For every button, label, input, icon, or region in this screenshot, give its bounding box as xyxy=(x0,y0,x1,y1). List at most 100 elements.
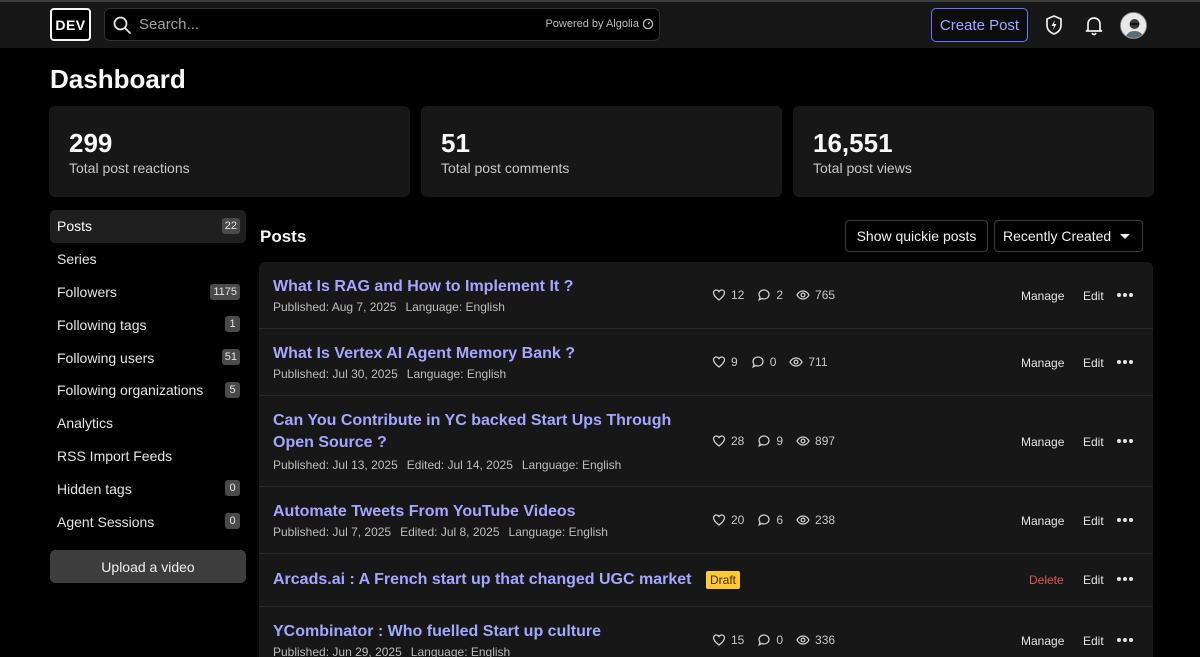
manage-link[interactable]: Manage xyxy=(1021,634,1064,648)
post-title-link[interactable]: What Is RAG and How to Implement It ? xyxy=(273,276,703,298)
stat-value: 16,551 xyxy=(813,128,893,158)
post-row: What Is Vertex AI Agent Memory Bank ? Pu… xyxy=(259,329,1153,396)
edit-link[interactable]: Edit xyxy=(1083,514,1104,528)
published-date: Jul 13, 2025 xyxy=(332,458,398,472)
sidebar-item-analytics[interactable]: Analytics xyxy=(50,407,246,440)
edit-link[interactable]: Edit xyxy=(1083,634,1104,648)
more-horizontal-icon[interactable] xyxy=(1117,360,1135,366)
delete-link[interactable]: Delete xyxy=(1029,573,1064,587)
post-title-link[interactable]: Automate Tweets From YouTube Videos xyxy=(273,501,703,523)
sidebar-item-rss-import-feeds[interactable]: RSS Import Feeds xyxy=(50,440,246,473)
language-value: English xyxy=(568,525,608,539)
sort-select[interactable]: Recently Created xyxy=(994,220,1143,252)
comments-count: 2 xyxy=(776,288,784,302)
edit-link[interactable]: Edit xyxy=(1083,573,1104,587)
comments-count: 9 xyxy=(776,434,784,448)
sidebar-item-label: Followers xyxy=(57,283,117,300)
more-horizontal-icon[interactable] xyxy=(1117,293,1135,299)
post-row-draft: Arcads.ai : A French start up that chang… xyxy=(259,554,1153,607)
post-stats: 12 2 765 xyxy=(712,288,848,302)
more-horizontal-icon[interactable] xyxy=(1117,518,1135,524)
post-title-link[interactable]: YCombinator : Who fuelled Start up cultu… xyxy=(273,621,703,643)
published-label: Published: xyxy=(273,645,330,657)
post-row: YCombinator : Who fuelled Start up cultu… xyxy=(259,607,1153,657)
sidebar-item-hidden-tags[interactable]: Hidden tags 0 xyxy=(50,472,246,505)
sidebar-item-agent-sessions[interactable]: Agent Sessions 0 xyxy=(50,505,246,538)
sidebar-item-posts[interactable]: Posts 22 xyxy=(50,210,246,243)
published-label: Published: xyxy=(273,367,330,381)
top-header: DEV Powered by Algolia Create Post xyxy=(0,2,1200,48)
dashboard-sidebar: Posts 22 Series Followers 1175 Following… xyxy=(50,210,246,538)
sidebar-item-label: RSS Import Feeds xyxy=(57,447,173,464)
manage-link[interactable]: Manage xyxy=(1021,435,1064,449)
post-title-link[interactable]: Can You Contribute in YC backed Start Up… xyxy=(273,410,703,454)
sidebar-item-following-users[interactable]: Following users 51 xyxy=(50,341,246,374)
dev-logo[interactable]: DEV xyxy=(50,8,91,41)
powered-by[interactable]: Powered by Algolia xyxy=(545,18,654,30)
post-title-link[interactable]: Arcads.ai : A French start up that chang… xyxy=(273,569,703,591)
post-stats: 20 6 238 xyxy=(712,513,848,527)
post-stats: 28 9 897 xyxy=(712,434,848,448)
language-label: Language: xyxy=(406,367,464,381)
views-count: 765 xyxy=(815,288,836,302)
upload-video-button[interactable]: Upload a video xyxy=(50,550,246,583)
bell-icon[interactable] xyxy=(1083,14,1105,36)
show-quickie-posts-button[interactable]: Show quickie posts xyxy=(845,220,988,252)
views-count: 238 xyxy=(815,513,836,527)
more-horizontal-icon[interactable] xyxy=(1117,577,1135,583)
eye-icon xyxy=(789,357,804,367)
edit-link[interactable]: Edit xyxy=(1083,289,1104,303)
sidebar-item-followers[interactable]: Followers 1175 xyxy=(50,276,246,309)
published-date: Aug 7, 2025 xyxy=(331,300,397,314)
comments-count: 6 xyxy=(776,513,784,527)
post-stats: 15 0 336 xyxy=(712,633,848,647)
caret-down-icon xyxy=(1120,234,1130,239)
user-avatar[interactable] xyxy=(1120,12,1147,39)
more-horizontal-icon[interactable] xyxy=(1117,638,1135,644)
manage-link[interactable]: Manage xyxy=(1021,514,1064,528)
manage-link[interactable]: Manage xyxy=(1021,356,1064,370)
sidebar-item-label: Following organizations xyxy=(57,382,204,399)
count-badge: 1175 xyxy=(210,283,240,300)
eye-icon xyxy=(796,635,810,645)
eye-icon xyxy=(796,515,810,525)
stat-value: 299 xyxy=(69,128,113,158)
more-horizontal-icon[interactable] xyxy=(1117,439,1135,445)
stat-label: Total post reactions xyxy=(69,160,190,176)
comment-icon xyxy=(758,289,771,302)
published-date: Jul 30, 2025 xyxy=(332,367,398,381)
reactions-count: 9 xyxy=(731,355,738,369)
powered-by-label: Powered by Algolia xyxy=(545,18,639,30)
comment-icon xyxy=(758,634,771,647)
create-post-button[interactable]: Create Post xyxy=(931,8,1028,42)
sidebar-item-label: Posts xyxy=(57,218,93,235)
sidebar-item-following-tags[interactable]: Following tags 1 xyxy=(50,308,246,341)
post-title-link[interactable]: What Is Vertex AI Agent Memory Bank ? xyxy=(273,343,703,365)
sidebar-item-following-organizations[interactable]: Following organizations 5 xyxy=(50,374,246,407)
manage-link[interactable]: Manage xyxy=(1021,289,1064,303)
edited-label: Edited: xyxy=(400,525,438,539)
published-label: Published: xyxy=(273,300,330,314)
edit-link[interactable]: Edit xyxy=(1083,356,1104,370)
heart-icon xyxy=(712,289,726,301)
sidebar-item-label: Following tags xyxy=(57,316,147,333)
search-input[interactable] xyxy=(139,9,539,40)
count-badge: 0 xyxy=(225,480,240,497)
draft-badge: Draft xyxy=(706,571,741,589)
stat-card-reactions: 299 Total post reactions xyxy=(49,106,410,197)
sidebar-item-series[interactable]: Series xyxy=(50,243,246,276)
shield-bolt-icon[interactable] xyxy=(1043,14,1065,36)
count-badge: 22 xyxy=(221,218,240,234)
comments-count: 0 xyxy=(776,633,784,647)
stat-label: Total post views xyxy=(813,160,912,176)
reactions-count: 15 xyxy=(731,633,745,647)
reactions-count: 12 xyxy=(731,288,745,302)
post-stats: 9 0 711 xyxy=(712,355,841,369)
published-date: Jul 7, 2025 xyxy=(332,525,392,539)
sidebar-item-label: Agent Sessions xyxy=(57,513,155,530)
edit-link[interactable]: Edit xyxy=(1083,435,1104,449)
comment-icon xyxy=(758,514,771,527)
sidebar-item-label: Series xyxy=(57,251,97,268)
edited-date: Jul 8, 2025 xyxy=(440,525,500,539)
search-box[interactable]: Powered by Algolia xyxy=(104,8,660,41)
